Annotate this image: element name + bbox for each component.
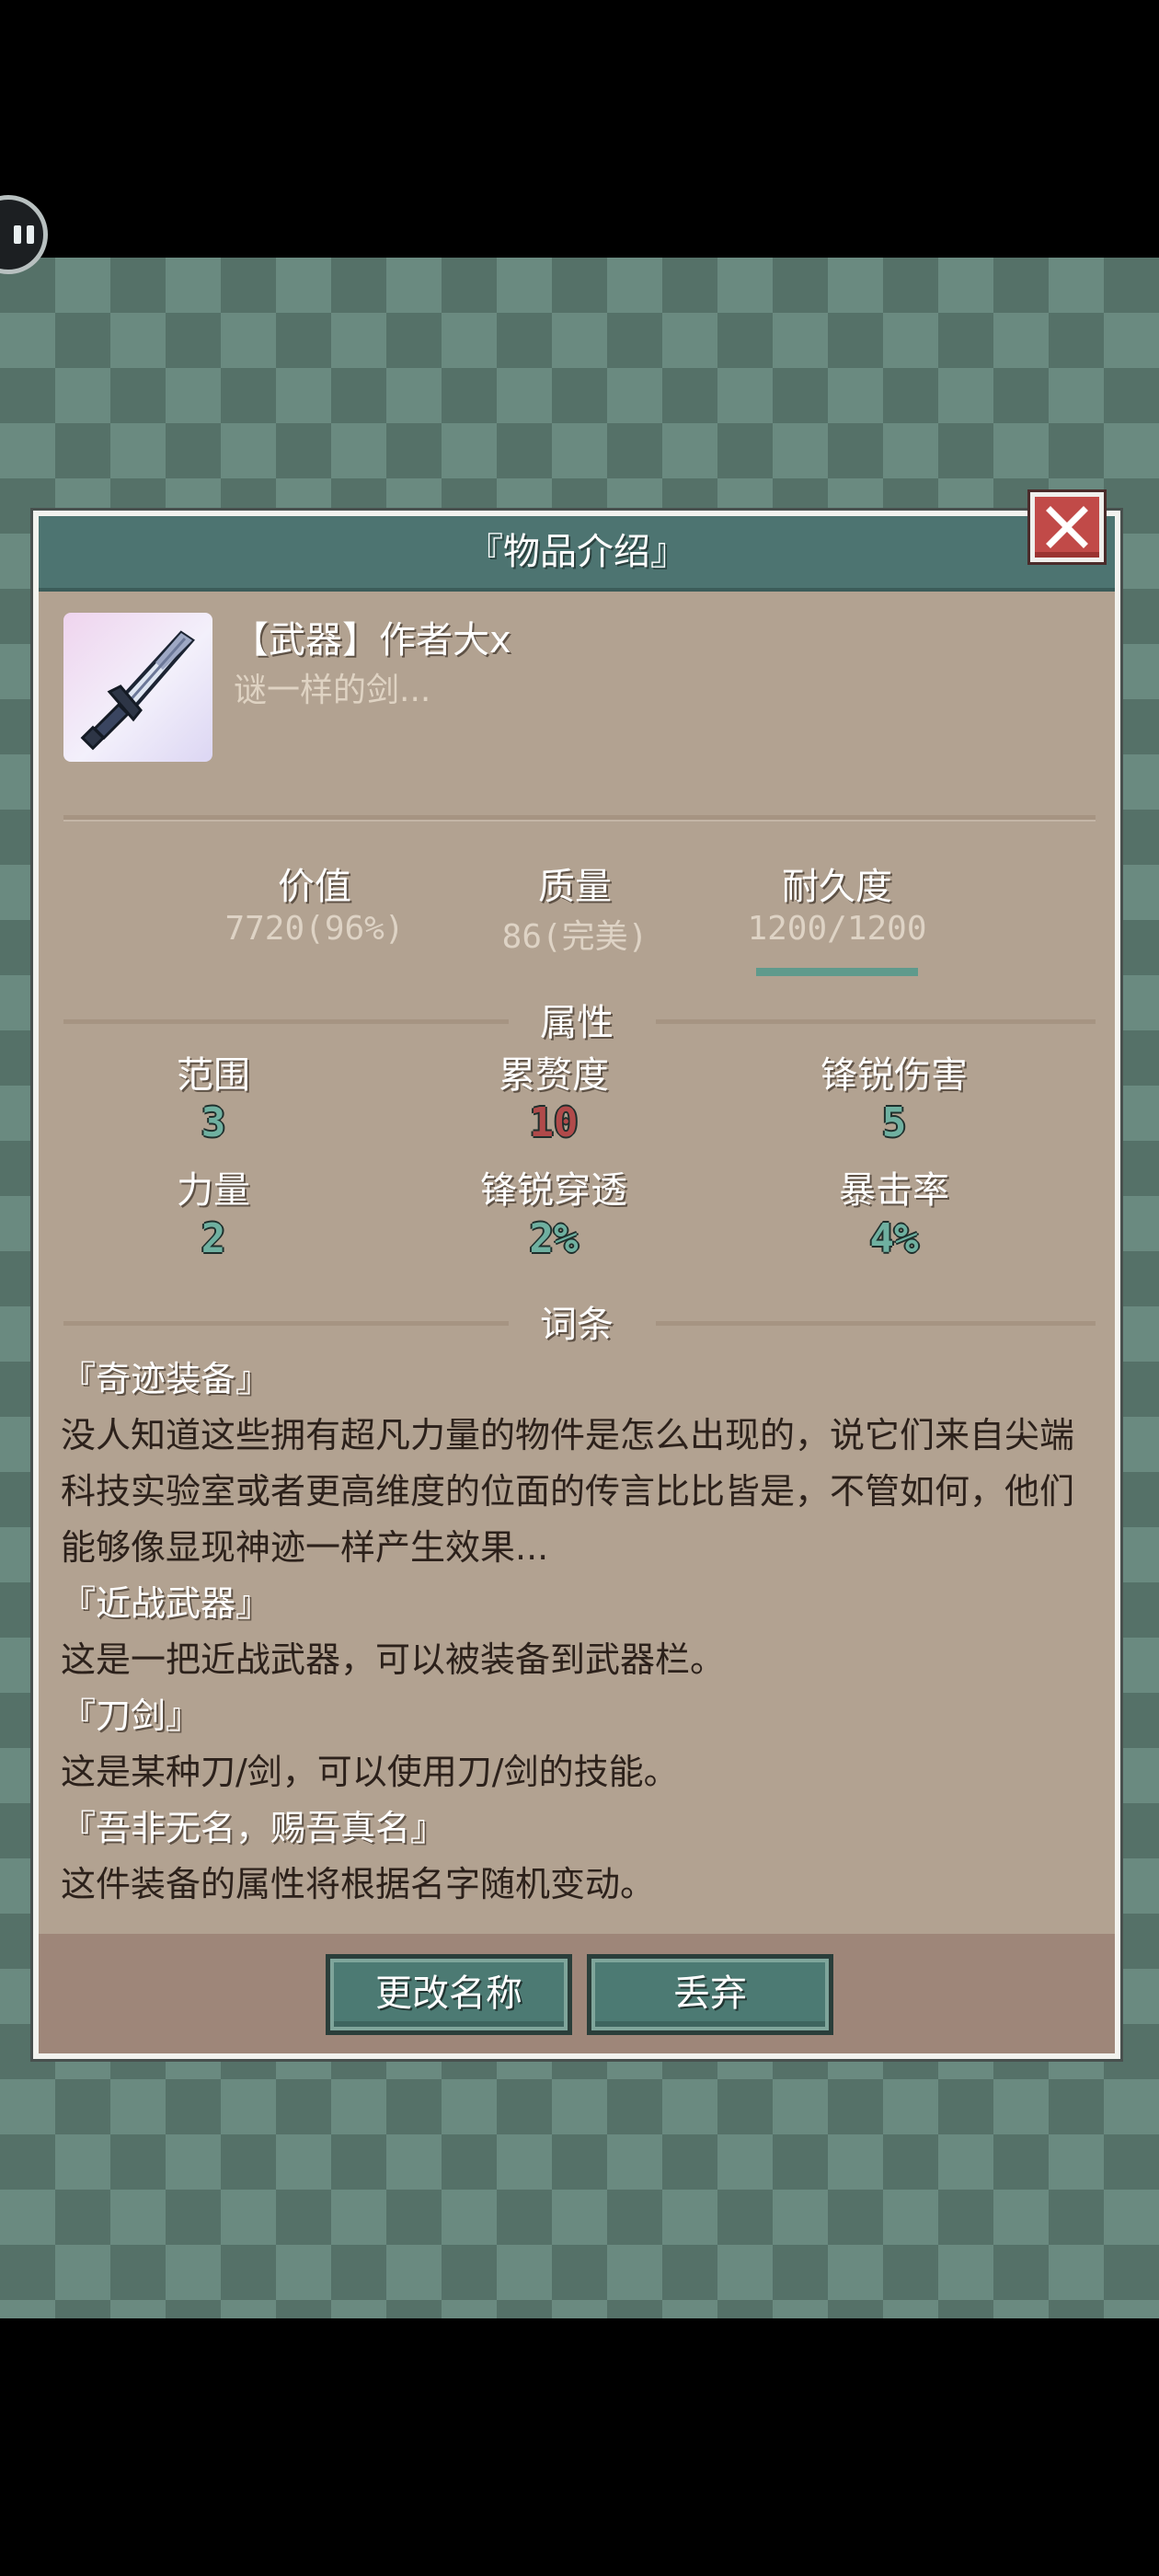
- trait-text: 这件装备的属性将根据名字随机变动。: [61, 1864, 656, 1904]
- item-description: 谜一样的剑...: [234, 672, 431, 709]
- attr-label-sharp-penetration: 锋锐穿透: [480, 1169, 627, 1212]
- attr-label-range: 范围: [177, 1054, 250, 1097]
- stat-label-value: 价值: [278, 866, 351, 908]
- trait-title: 『近战武器』: [61, 1583, 271, 1624]
- close-icon: [1046, 506, 1088, 548]
- trait-title: 『吾非无名，赐吾真名』: [61, 1808, 446, 1848]
- stat-value-durability: 1200/1200: [747, 910, 927, 948]
- stat-value-value: 7720(96%): [224, 910, 405, 948]
- divider: [63, 815, 1096, 822]
- durability-bar: [756, 968, 918, 976]
- attr-value-strength: 2: [201, 1215, 226, 1262]
- dialog-footer: 更改名称 丢弃: [39, 1934, 1115, 2053]
- item-name: 【武器】作者大x: [232, 619, 511, 661]
- stat-value-quality: 86(完美): [501, 918, 648, 956]
- close-button[interactable]: [1030, 492, 1104, 562]
- attr-value-range: 3: [201, 1099, 226, 1146]
- attr-label-encumbrance: 累赘度: [499, 1054, 609, 1097]
- attr-value-encumbrance: 10: [529, 1099, 579, 1146]
- attr-label-sharp-damage: 锋锐伤害: [820, 1054, 968, 1097]
- rename-button[interactable]: 更改名称: [326, 1954, 572, 2035]
- attr-label-strength: 力量: [177, 1169, 250, 1212]
- dialog-header: 『物品介绍』: [39, 516, 1115, 592]
- trait-text: 这是一把近战武器，可以被装备到武器栏。: [61, 1639, 726, 1680]
- sword-icon: [80, 630, 195, 751]
- trait-title: 『刀剑』: [61, 1696, 201, 1736]
- item-icon-frame: [63, 613, 212, 762]
- dialog-title: 『物品介绍』: [466, 531, 687, 573]
- trait-text: 没人知道这些拥有超凡力量的物件是怎么出现的，说它们来自尖端科技实验室或者更高维度…: [61, 1415, 1075, 1568]
- traits-title: 词条: [540, 1304, 614, 1346]
- stat-label-quality: 质量: [538, 866, 612, 908]
- attr-value-crit-rate: 4%: [869, 1215, 919, 1262]
- trait-title: 『奇迹装备』: [61, 1359, 271, 1399]
- stat-label-durability: 耐久度: [782, 866, 892, 908]
- attr-label-crit-rate: 暴击率: [839, 1169, 949, 1212]
- discard-button[interactable]: 丢弃: [587, 1954, 833, 2035]
- traits-list: 『奇迹装备』 没人知道这些拥有超凡力量的物件是怎么出现的，说它们来自尖端科技实验…: [61, 1351, 1106, 1913]
- attributes-title: 属性: [540, 1002, 614, 1044]
- attr-value-sharp-penetration: 2%: [529, 1215, 579, 1262]
- item-info-dialog: 『物品介绍』 【武器】作者大x 谜一样的剑... 价值 7720(96%) 质量…: [33, 492, 1120, 2059]
- trait-text: 这是某种刀/剑，可以使用刀/剑的技能。: [61, 1752, 679, 1792]
- attr-value-sharp-damage: 5: [881, 1099, 907, 1146]
